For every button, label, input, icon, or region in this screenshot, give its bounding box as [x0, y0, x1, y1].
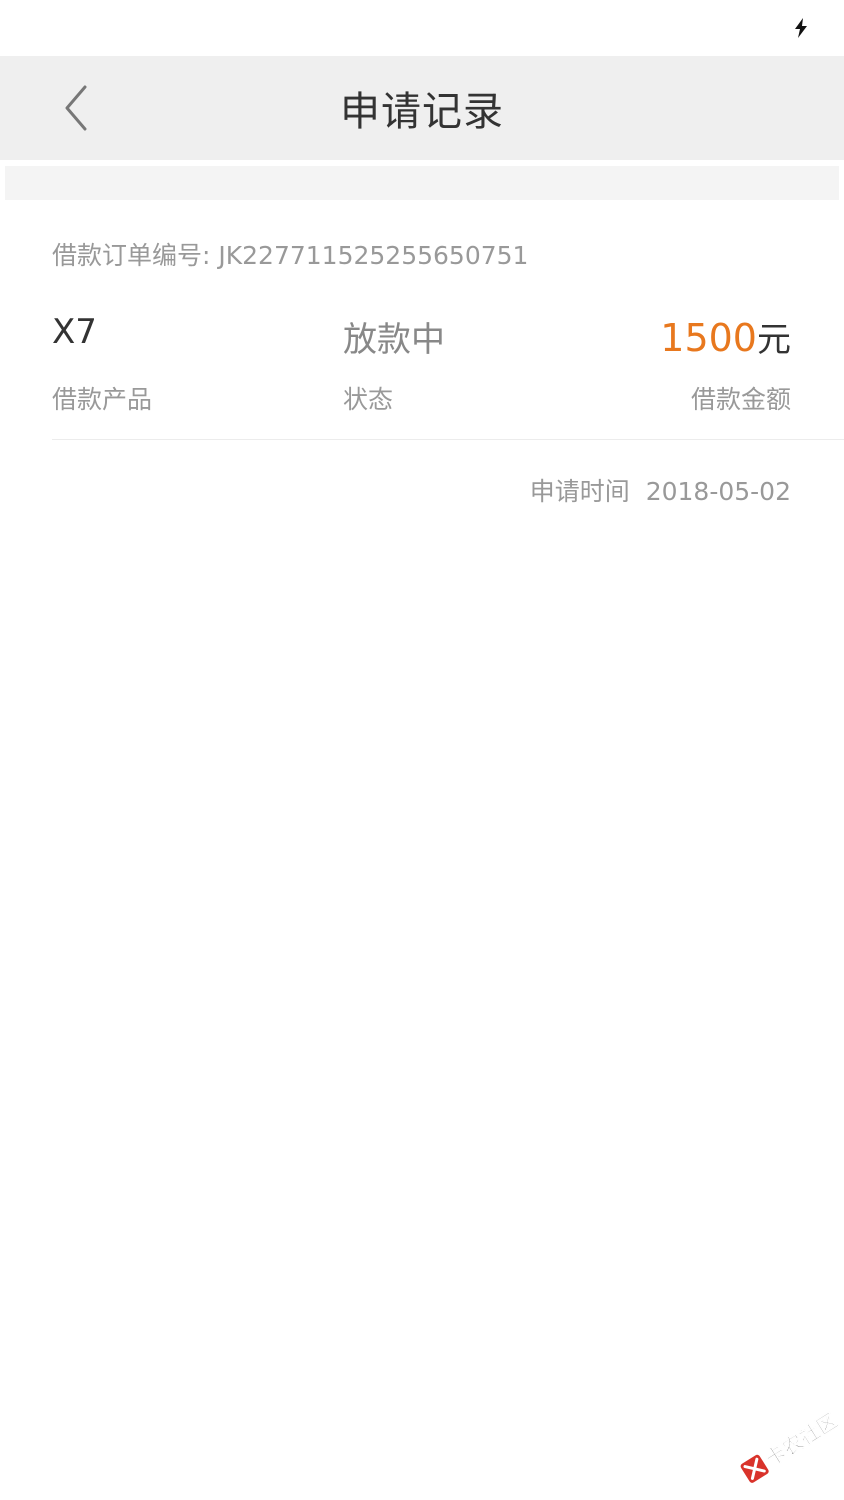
apply-time: 申请时间 2018-05-02 — [530, 472, 791, 508]
chevron-left-icon — [65, 85, 87, 131]
product-value: X7 — [52, 312, 97, 352]
amount-label: 借款金额 — [690, 385, 791, 414]
apply-time-label: 申请时间 — [529, 477, 630, 506]
back-button[interactable] — [48, 78, 104, 138]
amount-number: 1500 — [660, 316, 757, 360]
section-spacer — [5, 166, 839, 200]
amount-unit: 元 — [757, 320, 791, 360]
status-label: 状态 — [343, 385, 394, 414]
amount-value: 1500元 — [660, 312, 791, 361]
watermark-logo: 卡农社区 — [740, 1408, 842, 1483]
svg-text:卡农社区: 卡农社区 — [761, 1408, 842, 1471]
nav-header: 申请记录 — [0, 56, 844, 160]
status-bar — [0, 0, 844, 56]
page-title: 申请记录 — [340, 89, 504, 135]
apply-time-value: 2018-05-02 — [645, 477, 791, 506]
divider — [52, 439, 844, 440]
product-label: 借款产品 — [52, 385, 153, 414]
order-number: 借款订单编号: JK227711525255650751 — [52, 241, 529, 270]
status-value: 放款中 — [343, 320, 445, 360]
charging-icon — [795, 18, 807, 38]
application-records-screen: 申请记录 借款订单编号: JK227711525255650751 X7 放款中… — [0, 0, 844, 1500]
